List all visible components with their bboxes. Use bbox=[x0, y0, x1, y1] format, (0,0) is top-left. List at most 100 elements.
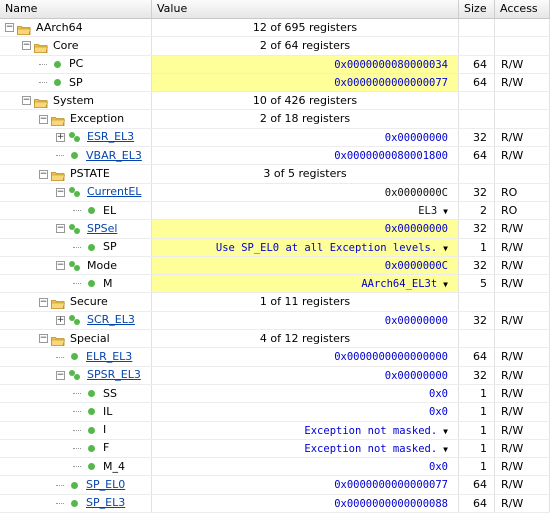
register-name[interactable]: SPSel bbox=[87, 220, 117, 237]
value-cell[interactable]: 0x0000000000000077 bbox=[152, 73, 459, 92]
value-cell[interactable]: Exception not masked. ▼ bbox=[152, 421, 459, 439]
register-value[interactable]: 0x0000000C bbox=[385, 260, 448, 272]
register-value[interactable]: 2 of 64 registers bbox=[260, 39, 350, 52]
register-name[interactable]: ELR_EL3 bbox=[86, 348, 132, 365]
register-value[interactable]: 0x0000000C bbox=[385, 187, 448, 199]
name-column-header[interactable]: Name bbox=[0, 0, 152, 18]
register-name[interactable]: ESR_EL3 bbox=[87, 129, 134, 146]
register-row[interactable]: − SPSR_EL3 0x00000000 32 R/W bbox=[0, 366, 550, 385]
collapse-icon[interactable]: − bbox=[22, 96, 31, 106]
value-cell[interactable]: Use SP_EL0 at all Exception levels. ▼ bbox=[152, 238, 459, 256]
dropdown-arrow-icon[interactable]: ▼ bbox=[443, 207, 448, 216]
register-row[interactable]: − AArch64 12 of 695 registers bbox=[0, 19, 550, 38]
register-row[interactable]: F Exception not masked. ▼ 1 R/W bbox=[0, 439, 550, 459]
value-column-header[interactable]: Value bbox=[152, 0, 459, 18]
register-value[interactable]: 1 of 11 registers bbox=[260, 295, 350, 308]
collapse-icon[interactable]: − bbox=[56, 261, 65, 270]
collapse-icon[interactable]: − bbox=[39, 334, 48, 344]
register-value[interactable]: 4 of 12 registers bbox=[260, 332, 350, 345]
register-value[interactable]: Use SP_EL0 at all Exception levels. bbox=[216, 242, 437, 254]
register-name[interactable]: CurrentEL bbox=[87, 184, 141, 201]
register-row[interactable]: M_4 0x0 1 R/W bbox=[0, 458, 550, 477]
register-row[interactable]: SP 0x0000000000000077 64 R/W bbox=[0, 73, 550, 93]
value-cell[interactable]: EL3 ▼ bbox=[152, 201, 459, 220]
expand-icon[interactable]: + bbox=[56, 132, 65, 142]
register-row[interactable]: SP Use SP_EL0 at all Exception levels. ▼ 1 R… bbox=[0, 238, 550, 257]
register-value[interactable]: 0x00000000 bbox=[385, 132, 448, 144]
value-cell[interactable]: 3 of 5 registers bbox=[152, 165, 459, 183]
register-value[interactable]: 0x00000000 bbox=[385, 223, 448, 235]
register-name[interactable]: SCR_EL3 bbox=[87, 312, 135, 329]
value-cell[interactable]: Exception not masked. ▼ bbox=[152, 439, 459, 458]
register-row[interactable]: SS 0x0 1 R/W bbox=[0, 384, 550, 404]
register-row[interactable]: − Mode 0x0000000C 32 R/W bbox=[0, 256, 550, 276]
value-cell[interactable]: AArch64_EL3t ▼ bbox=[152, 275, 459, 293]
dropdown-arrow-icon[interactable]: ▼ bbox=[443, 445, 448, 454]
size-column-header[interactable]: Size bbox=[459, 0, 495, 18]
value-cell[interactable]: 0x0 bbox=[152, 458, 459, 476]
value-cell[interactable]: 0x0000000000000000 bbox=[152, 348, 459, 366]
value-cell[interactable]: 10 of 426 registers bbox=[152, 92, 459, 110]
value-cell[interactable]: 0x00000000 bbox=[152, 311, 459, 330]
value-cell[interactable]: 0x0 bbox=[152, 384, 459, 403]
register-value[interactable]: Exception not masked. bbox=[304, 425, 437, 437]
value-cell[interactable]: 0x00000000 bbox=[152, 220, 459, 238]
register-name[interactable]: SPSR_EL3 bbox=[87, 367, 141, 384]
collapse-icon[interactable]: − bbox=[56, 224, 65, 234]
register-row[interactable]: PC 0x0000000080000034 64 R/W bbox=[0, 55, 550, 74]
register-name[interactable]: VBAR_EL3 bbox=[86, 147, 142, 164]
register-name[interactable]: SP_EL3 bbox=[86, 495, 125, 512]
register-row[interactable]: − CurrentEL 0x0000000C 32 RO bbox=[0, 183, 550, 202]
register-row[interactable]: IL 0x0 1 R/W bbox=[0, 403, 550, 422]
value-cell[interactable]: 0x00000000 bbox=[152, 366, 459, 384]
dropdown-arrow-icon[interactable]: ▼ bbox=[443, 427, 448, 436]
register-row[interactable]: − System 10 of 426 registers bbox=[0, 92, 550, 111]
register-row[interactable]: ELR_EL3 0x0000000000000000 64 R/W bbox=[0, 348, 550, 367]
register-value[interactable]: 0x0000000080001800 bbox=[334, 150, 448, 162]
register-row[interactable]: M AArch64_EL3t ▼ 5 R/W bbox=[0, 275, 550, 294]
expand-icon[interactable]: + bbox=[56, 315, 65, 325]
register-name[interactable]: SP_EL0 bbox=[86, 476, 125, 493]
value-cell[interactable]: 0x0000000C bbox=[152, 256, 459, 275]
collapse-icon[interactable]: − bbox=[39, 297, 48, 307]
value-cell[interactable]: 2 of 64 registers bbox=[152, 37, 459, 55]
register-value[interactable]: 12 of 695 registers bbox=[253, 21, 357, 34]
register-row[interactable]: EL EL3 ▼ 2 RO bbox=[0, 201, 550, 221]
register-value[interactable]: 0x00000000 bbox=[385, 370, 448, 382]
value-cell[interactable]: 0x0000000000000088 bbox=[152, 494, 459, 513]
register-value[interactable]: 0x0000000000000088 bbox=[334, 498, 448, 510]
register-row[interactable]: VBAR_EL3 0x0000000080001800 64 R/W bbox=[0, 147, 550, 166]
register-value[interactable]: 0x0000000080000034 bbox=[334, 59, 448, 71]
register-row[interactable]: + ESR_EL3 0x00000000 32 R/W bbox=[0, 128, 550, 148]
value-cell[interactable]: 0x0 bbox=[152, 403, 459, 421]
value-cell[interactable]: 0x0000000000000077 bbox=[152, 476, 459, 494]
register-row[interactable]: − Core 2 of 64 registers bbox=[0, 37, 550, 56]
value-cell[interactable]: 2 of 18 registers bbox=[152, 110, 459, 128]
register-row[interactable]: − Special 4 of 12 registers bbox=[0, 330, 550, 349]
dropdown-arrow-icon[interactable]: ▼ bbox=[443, 244, 448, 253]
register-value[interactable]: 2 of 18 registers bbox=[260, 112, 350, 125]
register-value[interactable]: 0x00000000 bbox=[385, 315, 448, 327]
register-row[interactable]: − SPSel 0x00000000 32 R/W bbox=[0, 220, 550, 239]
value-cell[interactable]: 0x00000000 bbox=[152, 128, 459, 147]
collapse-icon[interactable]: − bbox=[5, 23, 14, 33]
register-value[interactable]: 0x0 bbox=[429, 406, 448, 418]
value-cell[interactable]: 12 of 695 registers bbox=[152, 19, 459, 37]
register-row[interactable]: + SCR_EL3 0x00000000 32 R/W bbox=[0, 311, 550, 331]
register-value[interactable]: Exception not masked. bbox=[304, 443, 437, 455]
register-value[interactable]: 3 of 5 registers bbox=[263, 167, 346, 180]
register-value[interactable]: 0x0000000000000077 bbox=[334, 77, 448, 89]
collapse-icon[interactable]: − bbox=[39, 114, 48, 124]
register-row[interactable]: − PSTATE 3 of 5 registers bbox=[0, 165, 550, 184]
register-row[interactable]: − Exception 2 of 18 registers bbox=[0, 110, 550, 129]
access-column-header[interactable]: Access bbox=[495, 0, 550, 18]
collapse-icon[interactable]: − bbox=[56, 187, 65, 197]
value-cell[interactable]: 0x0000000080001800 bbox=[152, 147, 459, 165]
register-value[interactable]: AArch64_EL3t bbox=[361, 278, 437, 290]
register-row[interactable]: SP_EL3 0x0000000000000088 64 R/W bbox=[0, 494, 550, 514]
dropdown-arrow-icon[interactable]: ▼ bbox=[443, 280, 448, 289]
collapse-icon[interactable]: − bbox=[56, 370, 65, 380]
value-cell[interactable]: 0x0000000C bbox=[152, 183, 459, 201]
register-value[interactable]: 0x0000000000000000 bbox=[334, 351, 448, 363]
register-row[interactable]: SP_EL0 0x0000000000000077 64 R/W bbox=[0, 476, 550, 495]
